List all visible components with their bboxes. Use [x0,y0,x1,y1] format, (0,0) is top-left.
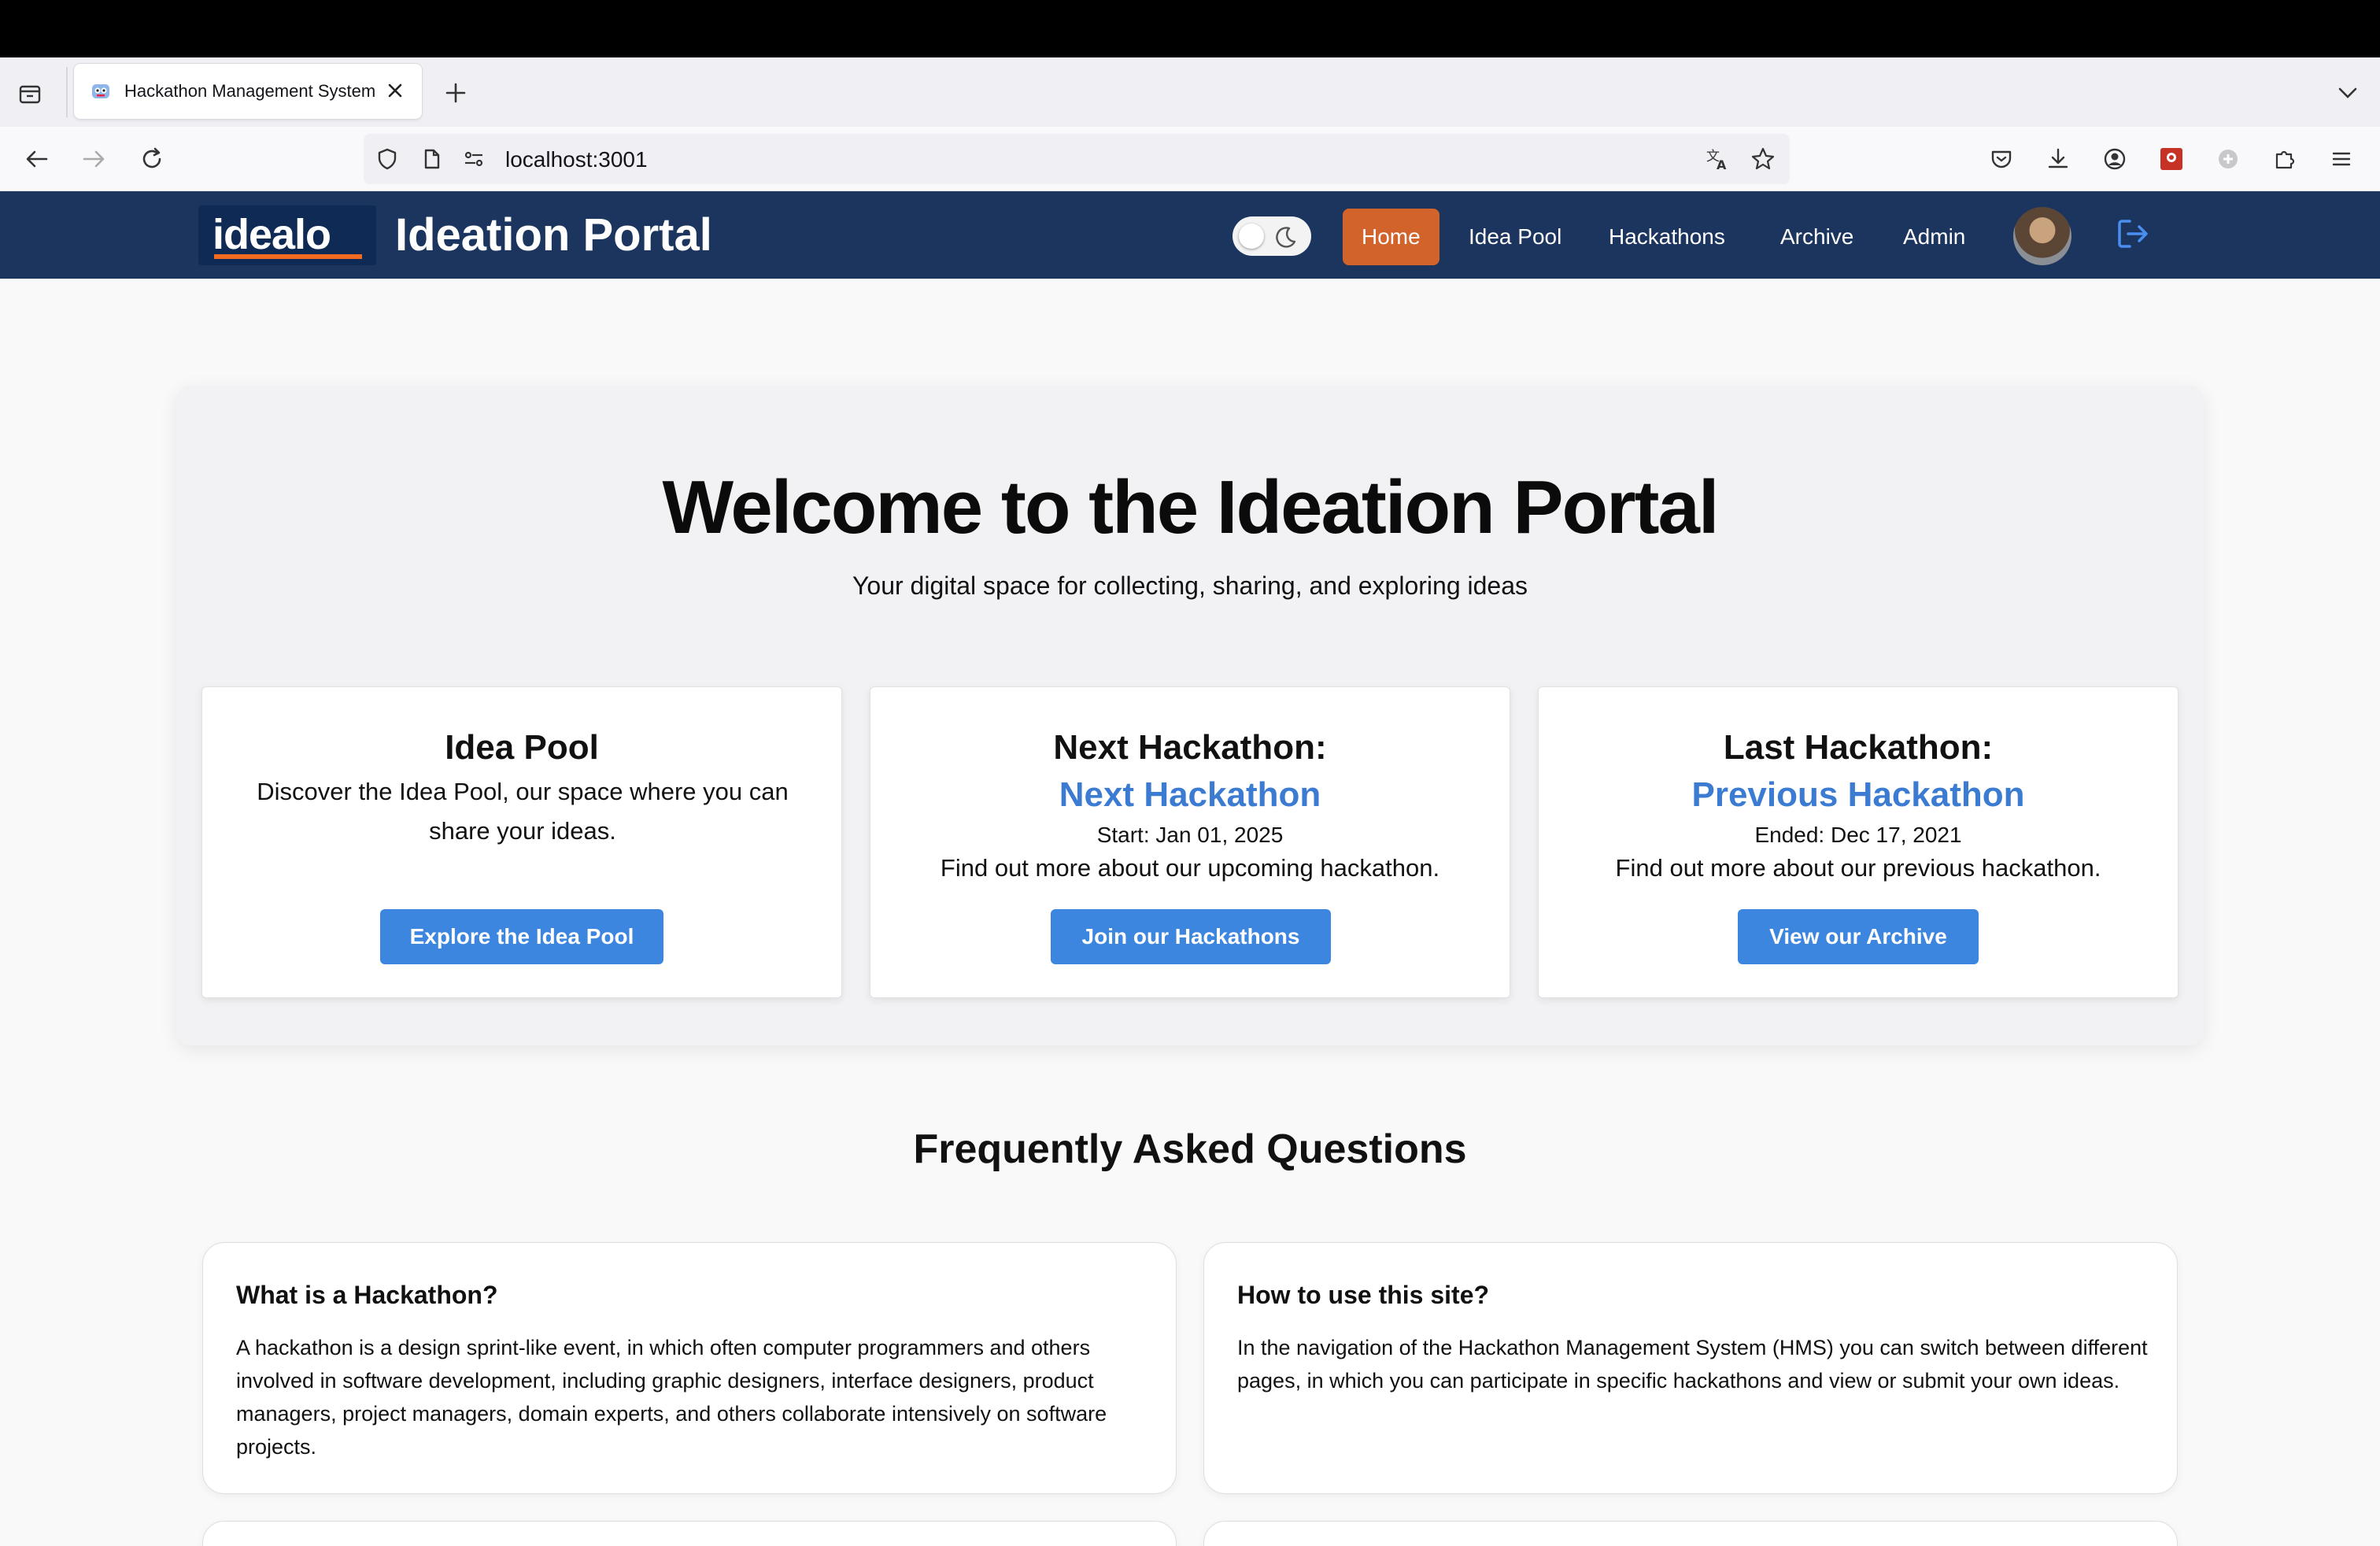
card-title: Last Hackathon: [1723,728,1994,767]
pocket-icon[interactable] [1985,142,2018,176]
previous-hackathon-link[interactable]: Previous Hackathon [1539,775,2178,815]
site-header: idealo Ideation Portal Home Idea Pool Ha… [0,191,2380,279]
reload-icon[interactable] [135,142,168,176]
view-archive-button[interactable]: View our Archive [1738,909,1979,964]
theme-toggle[interactable] [1232,216,1311,256]
logo-underline [214,254,362,259]
faq-item-partial [1203,1521,2178,1546]
close-icon[interactable] [384,80,406,102]
shield-icon[interactable] [373,145,401,173]
explore-idea-pool-button[interactable]: Explore the Idea Pool [380,909,663,964]
forward-arrow-icon[interactable] [77,142,110,176]
avatar[interactable] [2013,207,2071,265]
chevron-down-icon[interactable] [2333,78,2363,108]
account-icon[interactable] [2098,142,2131,176]
faq-question: What is a Hackathon? [236,1281,498,1309]
extension-icon[interactable] [2155,142,2188,176]
faq-item: What is a Hackathon? A hackathon is a de… [202,1242,1177,1494]
card-title: Idea Pool [445,728,599,767]
hackathon-start-date: Start: Jan 01, 2025 [1096,823,1284,847]
tab-active[interactable]: Hackathon Management System [74,64,422,119]
faq-item-partial [202,1521,1177,1546]
puzzle-icon[interactable] [2268,142,2301,176]
faq-question: How to use this site? [1237,1281,1490,1309]
idealo-logo[interactable]: idealo [198,205,376,265]
translate-icon[interactable]: 文A [1703,145,1731,173]
card-description: Find out more about our upcoming hackath… [940,854,1440,882]
moon-icon [1273,224,1299,250]
download-icon[interactable] [2042,142,2075,176]
plus-icon[interactable] [441,78,471,108]
url-text: localhost:3001 [505,147,648,172]
browser-tab-strip: Hackathon Management System [0,57,2380,127]
url-bar[interactable]: localhost:3001 文A [364,134,1790,184]
faq-answer: In the navigation of the Hackathon Manag… [1237,1336,2148,1393]
hackathon-end-date: Ended: Dec 17, 2021 [1754,823,1962,847]
tab-title: Hackathon Management System [124,81,376,101]
next-hackathon-card: Next Hackathon: Next Hackathon Start: Ja… [870,686,1510,998]
hero-title: Welcome to the Ideation Portal [662,465,1719,549]
hero-section: Welcome to the Ideation Portal Your digi… [176,386,2204,1045]
toggle-knob [1239,224,1264,249]
nav-idea-pool[interactable]: Idea Pool [1450,209,1580,265]
faq-answer: A hackathon is a design sprint-like even… [236,1336,1107,1459]
os-menu-bar [0,0,2380,57]
next-hackathon-link[interactable]: Next Hackathon [870,775,1510,815]
extension-icon[interactable] [2212,142,2245,176]
robot-favicon-icon [88,79,113,104]
idea-pool-card: Idea Pool Discover the Idea Pool, our sp… [201,686,842,998]
page-icon [417,145,445,173]
portal-title: Ideation Portal [395,209,712,261]
hero-subtitle: Your digital space for collecting, shari… [852,571,1528,600]
hamburger-menu-icon[interactable] [2325,142,2358,176]
nav-hackathons[interactable]: Hackathons [1590,209,1744,265]
card-description: Discover the Idea Pool, our space where … [257,778,789,845]
back-arrow-icon[interactable] [20,142,54,176]
nav-home[interactable]: Home [1343,209,1439,265]
star-icon[interactable] [1749,145,1777,173]
nav-admin[interactable]: Admin [1884,209,1984,265]
permissions-icon[interactable] [460,145,488,173]
card-title: Next Hackathon: [1053,728,1327,767]
tab-list-icon[interactable] [14,80,46,108]
faq-item: How to use this site? In the navigation … [1203,1242,2178,1494]
faq-title: Frequently Asked Questions [913,1126,1467,1172]
tab-separator [66,67,68,117]
last-hackathon-card: Last Hackathon: Previous Hackathon Ended… [1538,686,2179,998]
svg-text:A: A [1717,157,1727,172]
nav-archive[interactable]: Archive [1761,209,1872,265]
logo-text: idealo [213,211,331,258]
card-description: Find out more about our previous hackath… [1615,854,2101,882]
join-hackathons-button[interactable]: Join our Hackathons [1051,909,1331,964]
logout-icon[interactable] [2114,215,2152,253]
browser-toolbar: localhost:3001 文A [0,127,2380,191]
